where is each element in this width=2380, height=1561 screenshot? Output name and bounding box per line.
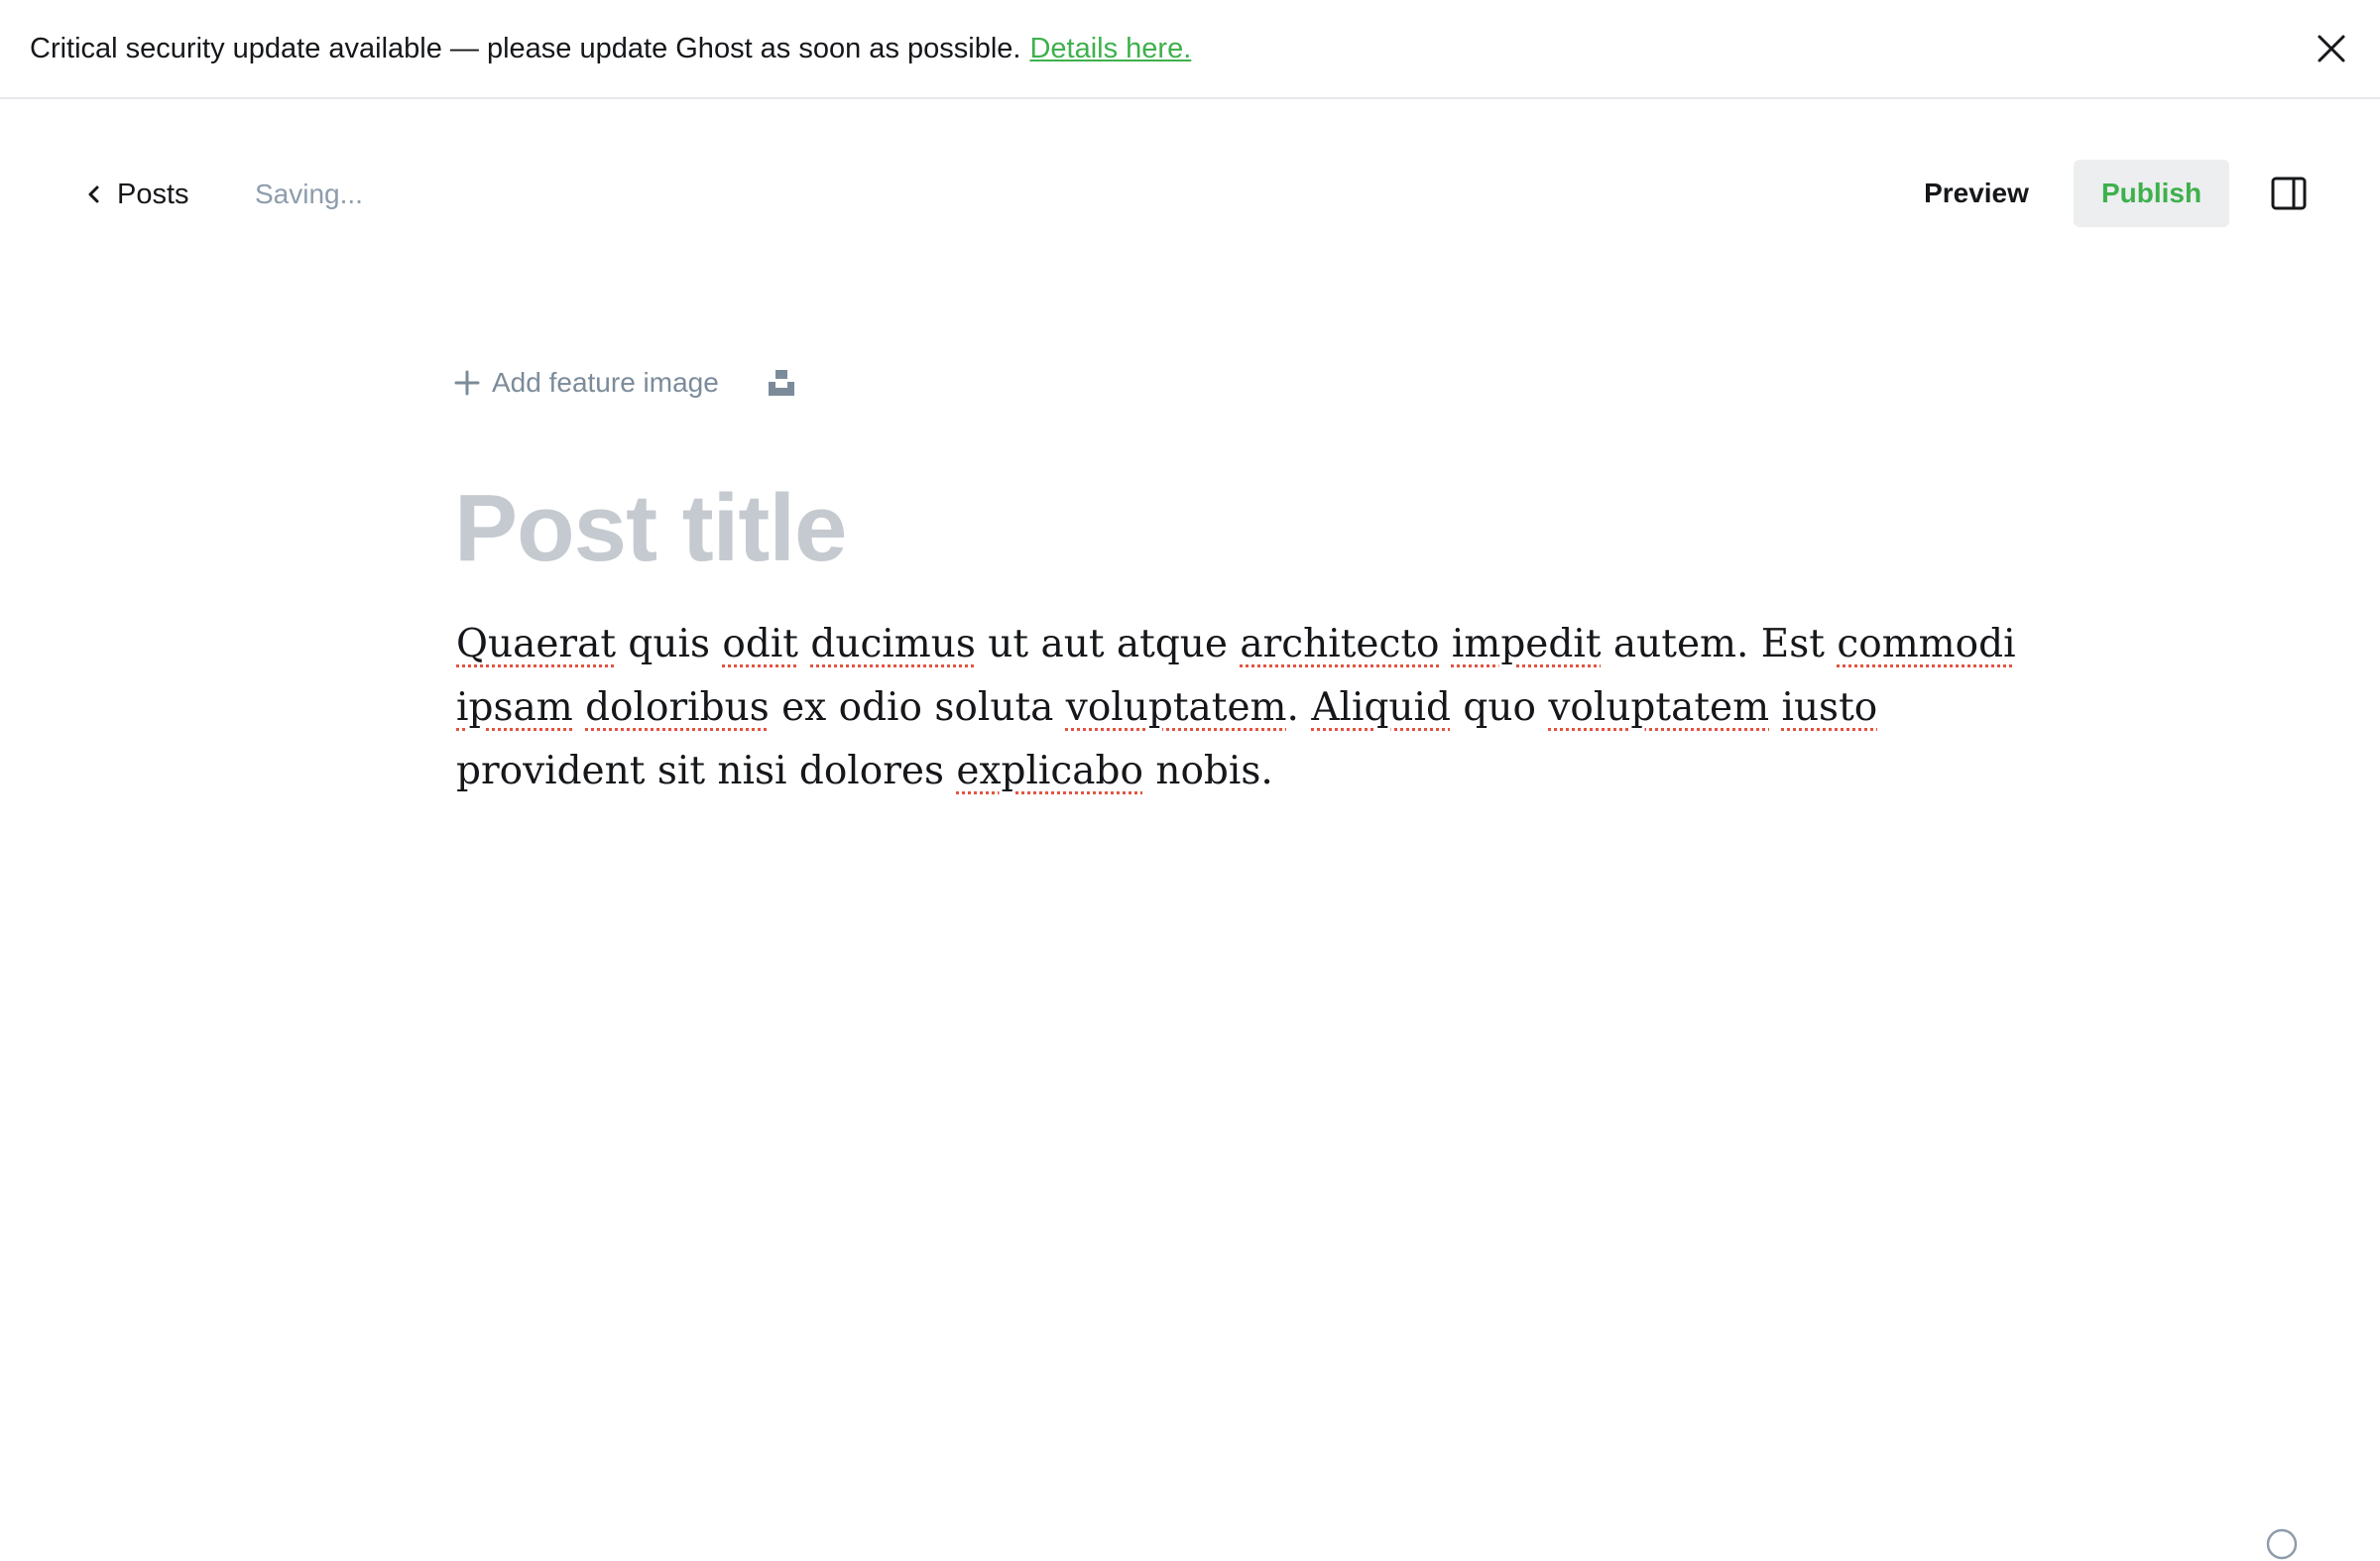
- misspelled-word: Quaerat: [456, 622, 616, 666]
- body-text: autem. Est: [1601, 622, 1838, 666]
- misspelled-word: ipsam: [456, 685, 573, 730]
- body-line: ipsam doloribus ex odio soluta voluptate…: [456, 676, 1878, 740]
- misspelled-word: voluptatem: [1065, 685, 1287, 730]
- body-text: ut aut atque: [975, 622, 1241, 666]
- chevron-left-icon: [88, 185, 99, 203]
- back-label: Posts: [117, 178, 189, 210]
- body-text: [573, 685, 585, 730]
- body-text: provident sit nisi dolores: [456, 749, 957, 793]
- back-to-posts-button[interactable]: Posts: [83, 173, 189, 216]
- body-text: .: [1286, 685, 1312, 730]
- help-icon[interactable]: [2265, 1527, 2299, 1561]
- feature-image-row: Add feature image: [454, 363, 796, 403]
- misspelled-word: iusto: [1781, 685, 1878, 730]
- preview-button[interactable]: Preview: [1902, 160, 2051, 227]
- publish-button[interactable]: Publish: [2074, 160, 2229, 227]
- unsplash-icon[interactable]: [767, 368, 796, 398]
- sidebar-toggle-icon[interactable]: [2271, 177, 2307, 210]
- add-feature-image-label: Add feature image: [492, 367, 719, 398]
- body-text: [798, 622, 810, 666]
- body-text: ex odio soluta: [769, 685, 1066, 730]
- misspelled-word: ducimus: [810, 622, 976, 666]
- misspelled-word: impedit: [1451, 622, 1602, 666]
- misspelled-word: voluptatem: [1548, 685, 1770, 730]
- misspelled-word: doloribus: [585, 685, 770, 730]
- body-text: quo: [1450, 685, 1549, 730]
- editor-header: Posts Saving... Preview Publish: [0, 99, 2380, 288]
- plus-icon: [454, 370, 480, 396]
- misspelled-word: Aliquid: [1311, 685, 1451, 730]
- body-text: [1769, 685, 1781, 730]
- close-icon[interactable]: [2315, 32, 2348, 65]
- post-title-input[interactable]: Post title: [454, 474, 1942, 583]
- misspelled-word: explicabo: [956, 749, 1143, 793]
- add-feature-image-button[interactable]: Add feature image: [454, 367, 719, 399]
- banner-details-link[interactable]: Details here.: [1029, 33, 1191, 65]
- body-text: quis: [616, 622, 723, 666]
- misspelled-word: architecto: [1240, 622, 1440, 666]
- body-line: Quaerat quis odit ducimus ut aut atque a…: [456, 613, 2016, 676]
- body-text: [1439, 622, 1451, 666]
- misspelled-word: commodi: [1837, 622, 2016, 666]
- body-text: nobis.: [1142, 749, 1273, 793]
- save-status: Saving...: [255, 179, 363, 209]
- banner-message: Critical security update available — ple…: [30, 32, 1021, 64]
- security-update-banner: Critical security update available — ple…: [0, 0, 2380, 99]
- post-body-editor[interactable]: Quaerat quis odit ducimus ut aut atque a…: [456, 613, 2016, 803]
- misspelled-word: odit: [722, 622, 798, 666]
- body-line: provident sit nisi dolores explicabo nob…: [456, 740, 1874, 803]
